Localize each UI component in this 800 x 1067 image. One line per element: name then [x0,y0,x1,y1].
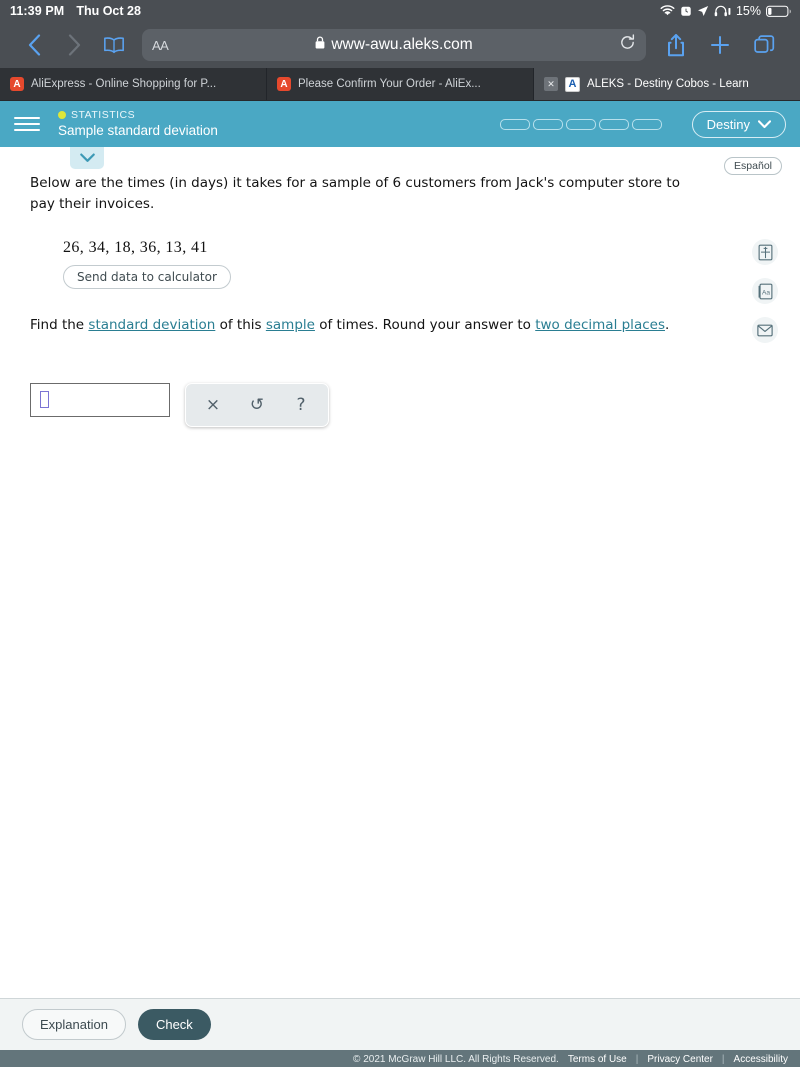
new-tab-button[interactable] [698,29,742,61]
aleks-header: STATISTICS Sample standard deviation Des… [0,101,800,147]
link-sample[interactable]: sample [266,317,315,333]
aleks-icon: A [565,76,580,92]
explanation-button[interactable]: Explanation [22,1009,126,1040]
prompt-prefix: Find the [30,316,89,333]
dictionary-aa-icon[interactable]: Aa [752,278,778,304]
envelope-mail-icon[interactable] [752,317,778,343]
course-row: STATISTICS [58,109,218,121]
tab-strip: A AliExpress - Online Shopping for P... … [0,68,800,101]
chevron-down-icon [757,117,772,132]
question-body: Below are the times (in days) it takes f… [30,147,770,427]
terms-of-use-link[interactable]: Terms of Use [568,1054,627,1065]
forward-button[interactable] [54,29,94,61]
prompt-mid1: of this [215,316,266,333]
link-standard-deviation[interactable]: standard deviation [88,317,215,333]
progress-indicator [499,118,662,130]
share-button[interactable] [654,29,698,61]
text-size-button[interactable]: AA [152,38,169,53]
action-bar: Explanation Check [0,998,800,1050]
help-button[interactable]: ? [279,389,323,421]
battery-icon [766,5,792,18]
location-arrow-icon [697,5,709,17]
status-bar-right: 15% [660,4,792,18]
question-content-area: Español Aa Below are the times (in days)… [0,147,800,998]
battery-percent-label: 15% [735,4,761,18]
url-display: www-awu.aleks.com [142,36,646,54]
status-date: Thu Oct 28 [76,4,141,18]
question-prompt: Find the standard deviation of this samp… [30,315,705,336]
course-status-dot [58,111,66,120]
progress-segment [565,118,596,130]
tabs-overview-button[interactable] [742,29,786,61]
progress-segment [532,118,563,130]
prompt-mid2: of times. Round your answer to [314,316,536,333]
page-footer: © 2021 McGraw Hill LLC. All Rights Reser… [0,1050,800,1067]
toolbar-right-actions [654,29,786,61]
accessibility-link[interactable]: Accessibility [734,1054,788,1065]
course-name: STATISTICS [71,109,136,122]
bookmarks-button[interactable] [94,29,134,61]
tab-title: Please Confirm Your Order - AliEx... [298,78,481,90]
aliexpress-icon: A [10,77,24,91]
aliexpress-icon: A [277,77,291,91]
math-tool-palette: × ↺ ? [185,382,329,427]
tools-rail: Aa [752,239,778,343]
status-time: 11:39 PM [10,4,65,18]
collapse-panel-button[interactable] [70,147,104,169]
clear-button[interactable]: × [191,389,235,421]
headphones-icon [714,5,731,17]
user-menu-button[interactable]: Destiny [691,110,786,138]
link-two-decimal-places[interactable]: two decimal places [535,317,665,333]
lock-icon [315,36,325,54]
check-button[interactable]: Check [137,1009,211,1040]
hamburger-menu-icon[interactable] [14,117,40,131]
text-caret [40,391,49,409]
status-bar-left: 11:39 PM Thu Oct 28 [10,4,141,18]
espanol-language-button[interactable]: Español [724,157,782,175]
url-text: www-awu.aleks.com [331,36,473,53]
user-name-label: Destiny [706,116,750,132]
prompt-suffix: . [664,316,670,333]
progress-segment [499,118,530,130]
ios-status-bar: 11:39 PM Thu Oct 28 15% [0,0,800,22]
footer-separator: | [721,1053,725,1065]
footer-separator: | [635,1053,639,1065]
undo-button[interactable]: ↺ [235,389,279,421]
alarm-icon [680,5,692,17]
math-tool-palette-inner: × ↺ ? [191,388,323,421]
copyright-text: © 2021 McGraw Hill LLC. All Rights Reser… [353,1053,559,1065]
close-icon[interactable]: ✕ [544,77,558,91]
address-bar[interactable]: AA www-awu.aleks.com [142,29,646,61]
question-statement: Below are the times (in days) it takes f… [30,175,680,212]
back-button[interactable] [14,29,54,61]
reload-icon[interactable] [619,34,636,56]
browser-tab-active[interactable]: ✕ A ALEKS - Destiny Cobos - Learn [534,68,800,100]
progress-segment [598,118,629,130]
wifi-icon [660,5,675,17]
browser-tab[interactable]: A Please Confirm Your Order - AliEx... [267,68,534,100]
tab-title: AliExpress - Online Shopping for P... [31,78,217,90]
progress-segment [631,118,662,130]
reference-book-icon[interactable] [752,239,778,265]
answer-input[interactable] [30,382,170,417]
header-titles: STATISTICS Sample standard deviation [58,109,218,139]
privacy-center-link[interactable]: Privacy Center [647,1054,713,1065]
svg-text:Aa: Aa [761,289,769,296]
answer-row: × ↺ ? [30,382,770,427]
send-data-to-calculator-button[interactable]: Send data to calculator [63,264,231,289]
chevron-down-icon [79,151,95,166]
browser-toolbar: AA www-awu.aleks.com [0,22,800,68]
data-values: 26, 34, 18, 36, 13, 41 [63,238,208,256]
topic-name: Sample standard deviation [58,123,218,139]
tab-title: ALEKS - Destiny Cobos - Learn [587,78,749,90]
browser-tab[interactable]: A AliExpress - Online Shopping for P... [0,68,267,100]
